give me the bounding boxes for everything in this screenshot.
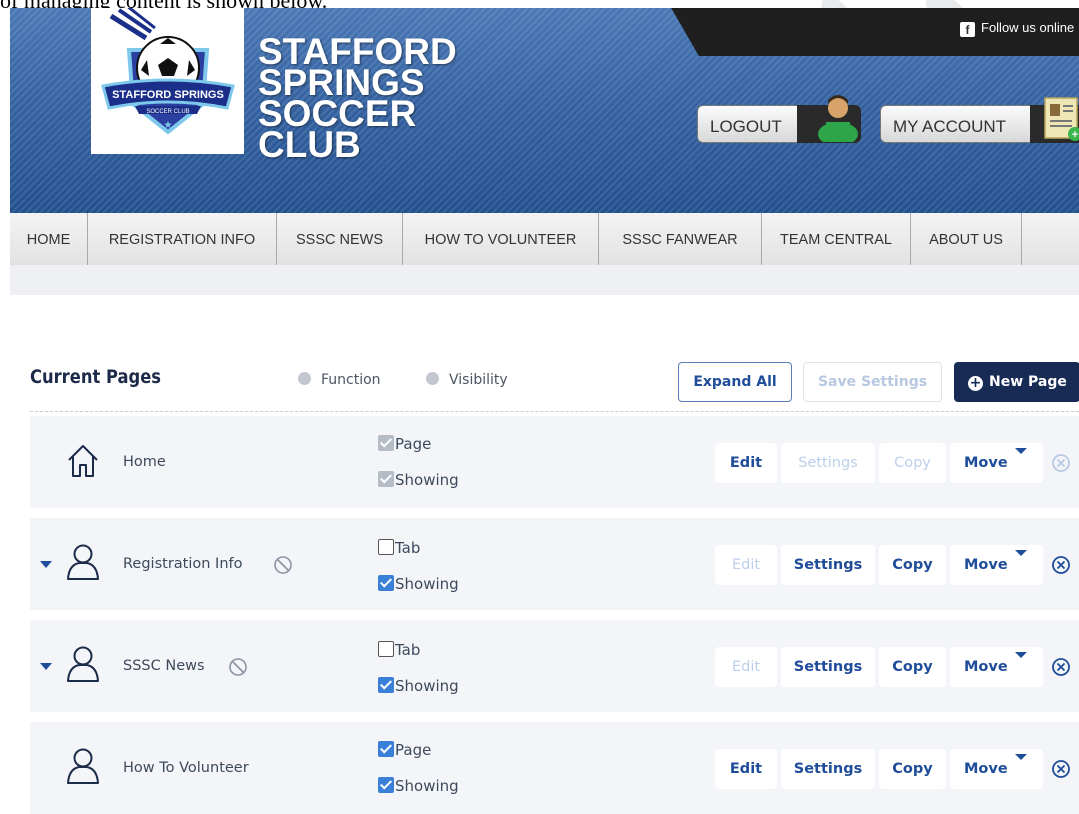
info-icon: [426, 372, 439, 385]
legend-visibility[interactable]: Visibility: [426, 372, 508, 388]
settings-button[interactable]: Settings: [781, 749, 875, 789]
expand-all-button[interactable]: Expand All: [678, 362, 792, 402]
content-band: [10, 265, 1079, 295]
user-icon: [67, 748, 99, 784]
checkbox: [378, 741, 394, 757]
user-icon: [67, 646, 99, 682]
function-checkbox[interactable]: Page: [378, 435, 431, 453]
edit-button[interactable]: Edit: [715, 647, 777, 687]
function-checkbox[interactable]: Page: [378, 741, 431, 759]
info-icon: [298, 372, 311, 385]
move-dropdown[interactable]: Move: [950, 749, 1043, 789]
page-row-sssc-news: SSSC News Tab Showing Edit Settings Copy…: [30, 620, 1079, 712]
nav-item-home[interactable]: HOME: [10, 213, 88, 265]
my-account-button[interactable]: MY ACCOUNT +: [880, 97, 1079, 143]
club-logo[interactable]: STAFFORD SPRINGS SOCCER CLUB ★: [91, 8, 244, 154]
legend-function[interactable]: Function: [298, 372, 381, 388]
plus-circle-icon: +: [968, 375, 983, 391]
caret-down-icon: [1015, 550, 1027, 556]
nav-item-how-to-volunteer[interactable]: HOW TO VOLUNTEER: [403, 213, 599, 265]
checkbox: [378, 641, 394, 657]
page-name[interactable]: Registration Info: [123, 556, 243, 572]
move-dropdown[interactable]: Move: [950, 545, 1043, 585]
copy-button[interactable]: Copy: [879, 545, 946, 585]
edit-button[interactable]: Edit: [715, 749, 777, 789]
settings-button[interactable]: Settings: [781, 443, 875, 483]
checkbox: [378, 539, 394, 555]
remove-icon[interactable]: [1051, 555, 1071, 575]
page-row-how-to-volunteer: How To Volunteer Page Showing Edit Setti…: [30, 722, 1079, 814]
visibility-checkbox[interactable]: Showing: [378, 677, 459, 695]
settings-button[interactable]: Settings: [781, 545, 875, 585]
caret-down-icon: [1015, 448, 1027, 454]
logo-text: STAFFORD SPRINGS: [112, 89, 224, 101]
visibility-checkbox[interactable]: Showing: [378, 471, 459, 489]
function-checkbox[interactable]: Tab: [378, 539, 420, 557]
move-dropdown[interactable]: Move: [950, 647, 1043, 687]
copy-button[interactable]: Copy: [879, 443, 946, 483]
user-avatar-icon: [818, 95, 858, 142]
checkbox: [378, 777, 394, 793]
logout-button[interactable]: LOGOUT: [697, 95, 861, 143]
move-dropdown[interactable]: Move: [950, 443, 1043, 483]
club-name-heading: STAFFORD SPRINGS SOCCER CLUB: [258, 31, 457, 165]
checkbox: [378, 435, 394, 451]
nav-item-registration-info[interactable]: REGISTRATION INFO: [88, 213, 277, 265]
user-icon: [67, 544, 99, 580]
follow-us-link[interactable]: f Follow us online: [960, 20, 1074, 37]
save-settings-button[interactable]: Save Settings: [803, 362, 942, 402]
page-row-home: Home Page Showing Edit Settings Copy Mov…: [30, 416, 1079, 508]
expand-caret-icon[interactable]: [40, 561, 52, 568]
checkbox: [378, 471, 394, 487]
nav-item-team-central[interactable]: TEAM CENTRAL: [762, 213, 911, 265]
nav-item-sssc-fanwear[interactable]: SSSC FANWEAR: [599, 213, 762, 265]
home-icon: [68, 445, 98, 477]
new-page-button[interactable]: + New Page: [954, 362, 1079, 402]
svg-text:+: +: [1072, 129, 1078, 141]
remove-icon[interactable]: [1051, 453, 1071, 473]
copy-button[interactable]: Copy: [879, 647, 946, 687]
caret-down-icon: [1015, 754, 1027, 760]
remove-icon[interactable]: [1051, 759, 1071, 779]
nav-item-sssc-news[interactable]: SSSC NEWS: [277, 213, 403, 265]
nav-item-about-us[interactable]: ABOUT US: [911, 213, 1022, 265]
page-name[interactable]: SSSC News: [123, 658, 205, 674]
logo-subtext: SOCCER CLUB: [146, 109, 189, 115]
hidden-icon: [229, 658, 247, 676]
copy-button[interactable]: Copy: [879, 749, 946, 789]
account-card-icon: +: [1044, 97, 1079, 141]
page-name[interactable]: Home: [123, 454, 166, 470]
remove-icon[interactable]: [1051, 657, 1071, 677]
divider: [30, 411, 1079, 412]
edit-button[interactable]: Edit: [715, 443, 777, 483]
facebook-icon[interactable]: f: [960, 22, 975, 37]
visibility-checkbox[interactable]: Showing: [378, 575, 459, 593]
settings-button[interactable]: Settings: [781, 647, 875, 687]
page-name[interactable]: How To Volunteer: [123, 760, 249, 776]
main-nav: HOME REGISTRATION INFO SSSC NEWS HOW TO …: [10, 213, 1079, 266]
visibility-checkbox[interactable]: Showing: [378, 777, 459, 795]
caret-down-icon: [1015, 652, 1027, 658]
site-header: f Follow us online STAFFORD SPRINGS SOCCE…: [10, 8, 1079, 213]
checkbox: [378, 575, 394, 591]
svg-text:★: ★: [164, 120, 173, 131]
checkbox: [378, 677, 394, 693]
soccer-ball-crest-icon: STAFFORD SPRINGS SOCCER CLUB ★: [101, 8, 235, 135]
page-row-registration-info: Registration Info Tab Showing Edit Setti…: [30, 518, 1079, 610]
edit-button[interactable]: Edit: [715, 545, 777, 585]
hidden-icon: [274, 556, 292, 574]
expand-caret-icon[interactable]: [40, 663, 52, 670]
function-checkbox[interactable]: Tab: [378, 641, 420, 659]
page-title: Current Pages: [30, 366, 162, 388]
